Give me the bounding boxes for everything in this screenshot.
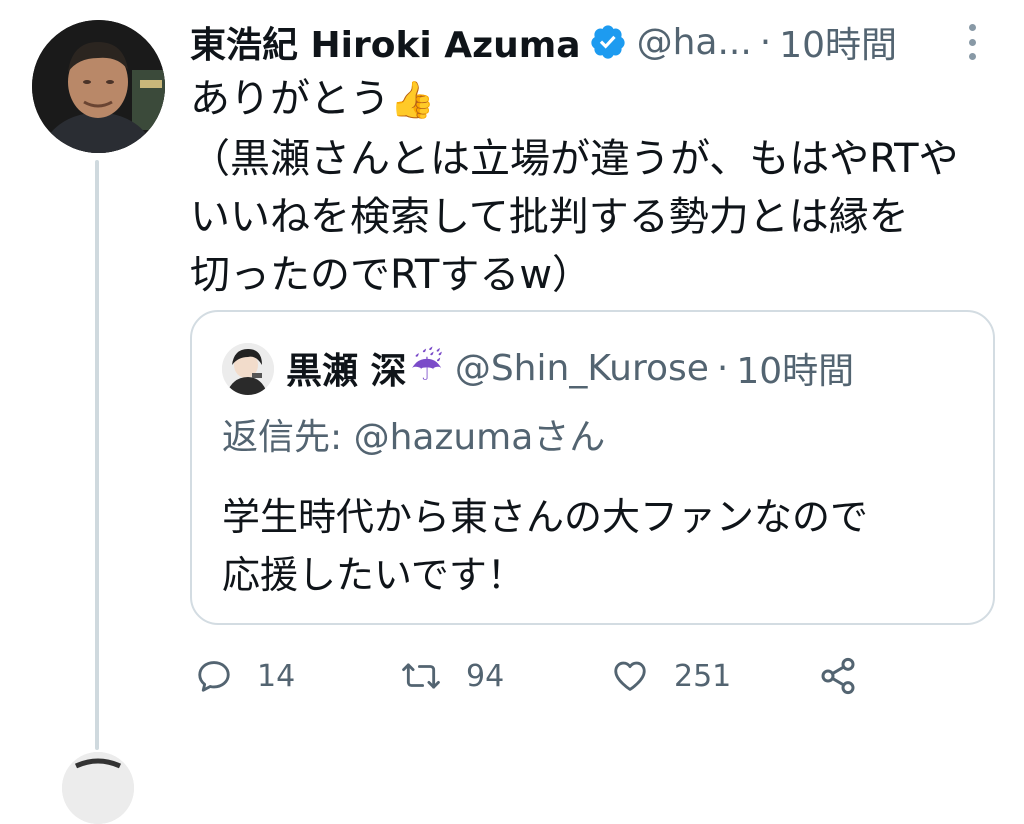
quoted-author-name: 黒瀬 深: [286, 351, 407, 392]
verified-badge-icon: [590, 25, 625, 59]
reply-count: 14: [257, 658, 296, 694]
author-avatar[interactable]: [32, 20, 165, 153]
heart-icon: [614, 661, 646, 691]
reply-button[interactable]: 14: [195, 650, 295, 702]
quoted-author-avatar: [222, 343, 274, 395]
tweet-header: 東浩紀 Hiroki Azuma @ha... · 10時間: [190, 14, 1000, 70]
tweet-text-line1: ありがとう: [190, 76, 390, 122]
tweet-actions: 14 94 251: [195, 650, 895, 702]
thumbs-up-icon: 👍: [390, 80, 435, 121]
tweet-timestamp[interactable]: 10時間: [779, 16, 897, 68]
retweet-count: 94: [466, 658, 505, 694]
author-handle[interactable]: @ha...: [637, 22, 752, 63]
retweet-button[interactable]: 94: [400, 650, 504, 702]
tweet-text-rest: （黒瀬さんとは立場が違うが、もはやRTや いいねを検索して批判する勢力とは縁を …: [190, 136, 959, 298]
share-icon: [821, 657, 855, 695]
header-separator: ·: [759, 21, 772, 63]
more-options-icon[interactable]: [960, 24, 984, 60]
quoted-header-separator: ·: [716, 347, 729, 389]
umbrella-icon: ☔: [410, 347, 443, 389]
thread-line: [95, 160, 99, 750]
quoted-author-handle: @Shin_Kurose: [454, 347, 709, 389]
quoted-reply-to: 返信先: @hazumaさん: [222, 417, 606, 458]
reply-icon: [198, 661, 230, 692]
tweet-text: ありがとう👍 （黒瀬さんとは立場が違うが、もはやRTや いいねを検索して批判する…: [190, 70, 1000, 304]
like-button[interactable]: 251: [610, 650, 731, 702]
like-count: 251: [674, 658, 732, 694]
quoted-tweet-card[interactable]: 黒瀬 深 ☔ @Shin_Kurose · 10時間 返信先: @hazumaさ…: [190, 310, 995, 625]
author-name[interactable]: 東浩紀 Hiroki Azuma: [190, 16, 581, 68]
quoted-tweet-text: 学生時代から東さんの大ファンなので 応援したいです！: [222, 495, 869, 597]
quoted-tweet-header: 黒瀬 深 ☔ @Shin_Kurose · 10時間: [286, 340, 986, 396]
next-tweet-avatar[interactable]: [62, 752, 134, 824]
retweet-icon: [402, 663, 440, 689]
share-button[interactable]: [818, 650, 858, 702]
quoted-timestamp: 10時間: [736, 351, 855, 392]
